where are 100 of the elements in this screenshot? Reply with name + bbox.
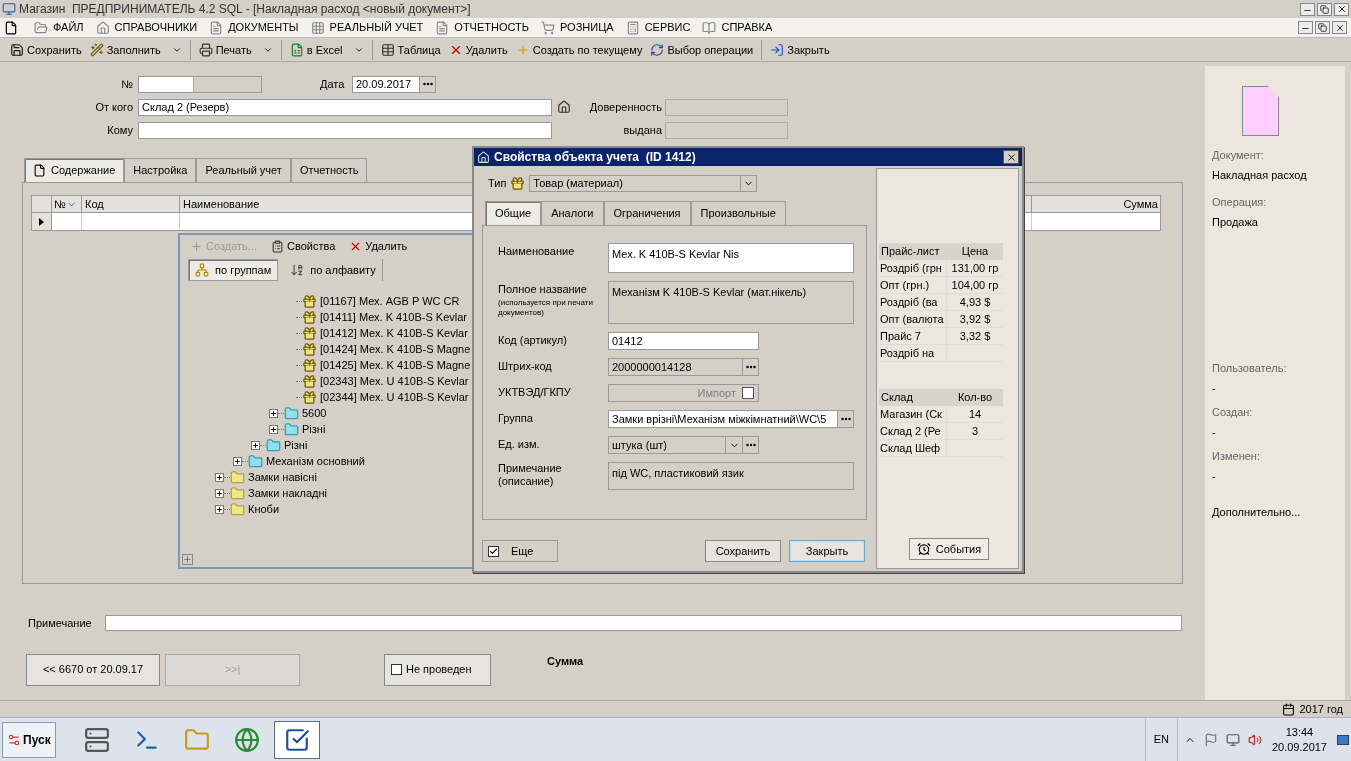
- tree-item[interactable]: [02343] Мех. U 410B-S Kevlar: [320, 372, 469, 390]
- tree-item[interactable]: [01425] Мех. K 410B-S Magne: [320, 356, 471, 374]
- picker-field[interactable]: Замки врізні\Механізм міжкімнатний\WC\5: [608, 410, 854, 428]
- toolbar-button[interactable]: в Excel: [280, 40, 368, 60]
- dialog-button[interactable]: Сохранить: [705, 540, 781, 562]
- clock-date[interactable]: 20.09.2017: [1271, 739, 1327, 755]
- unit-select[interactable]: штука (шт): [608, 436, 759, 454]
- column-header[interactable]: Сумма: [1032, 196, 1160, 212]
- expand-toggle[interactable]: [215, 504, 224, 514]
- picker-action[interactable]: Удалить: [349, 237, 408, 255]
- number-field[interactable]: [138, 75, 262, 93]
- tree-item[interactable]: Різні: [284, 436, 308, 454]
- restore-button[interactable]: [1315, 21, 1330, 34]
- note-field[interactable]: під WC, пластиковий язик: [608, 462, 854, 490]
- browse-button[interactable]: [742, 359, 758, 375]
- table-cell[interactable]: [82, 213, 180, 230]
- more-checkbox[interactable]: Еще: [482, 540, 558, 562]
- expand-toggle[interactable]: [251, 440, 260, 450]
- to-field[interactable]: [138, 121, 552, 139]
- tree-item[interactable]: [01167] Мех. AGB P WC CR: [320, 292, 460, 310]
- close-button[interactable]: [1334, 2, 1349, 16]
- toolbar-button[interactable]: Заполнить: [85, 40, 186, 60]
- toolbar-button[interactable]: Создать по текущему: [511, 40, 647, 60]
- expand-toggle[interactable]: [215, 472, 224, 482]
- tab[interactable]: Отчетность: [290, 158, 368, 182]
- flag-icon[interactable]: [1203, 732, 1218, 747]
- column-header[interactable]: №: [52, 196, 82, 212]
- menu-item[interactable]: РЕАЛЬНЫЙ УЧЕТ: [304, 18, 430, 37]
- import-checkbox[interactable]: [742, 387, 754, 399]
- tree-item[interactable]: Замки навісні: [248, 468, 317, 486]
- tab[interactable]: Общие: [485, 201, 542, 225]
- resize-grip-icon[interactable]: [183, 555, 192, 564]
- minimize-button[interactable]: [1300, 2, 1315, 16]
- issued-field[interactable]: [665, 121, 788, 139]
- tree-item[interactable]: Замки накладні: [248, 484, 327, 502]
- house-icon[interactable]: [557, 100, 571, 114]
- show-desktop-button[interactable]: [1337, 734, 1349, 745]
- posted-checkbox[interactable]: Не проведен: [384, 653, 491, 686]
- browse-button[interactable]: [837, 411, 853, 427]
- from-field[interactable]: Склад 2 (Резерв): [138, 98, 552, 116]
- tab[interactable]: Аналоги: [541, 201, 604, 225]
- tree-item[interactable]: 5600: [302, 404, 327, 422]
- menu-item[interactable]: ДОКУМЕНТЫ: [203, 18, 305, 37]
- expand-toggle[interactable]: [269, 408, 278, 418]
- browse-button[interactable]: [742, 437, 758, 453]
- tab[interactable]: Ограничения: [603, 201, 691, 225]
- menu-item[interactable]: ФАЙЛ: [28, 18, 90, 37]
- note-field[interactable]: [105, 615, 1182, 632]
- toolbar-button[interactable]: Закрыть: [761, 40, 834, 60]
- close-button[interactable]: [1003, 150, 1019, 164]
- start-button[interactable]: Пуск: [2, 721, 56, 758]
- tree-item[interactable]: Кноби: [248, 500, 280, 518]
- more-link[interactable]: Дополнительно...: [1212, 504, 1345, 521]
- tree-item[interactable]: [01424] Мех. K 410B-S Magne: [320, 340, 471, 358]
- page-icon: [209, 20, 224, 35]
- events-button[interactable]: События: [909, 538, 989, 560]
- language-indicator[interactable]: EN: [1144, 718, 1178, 761]
- taskbar-app[interactable]: [273, 720, 320, 759]
- view-toggle[interactable]: по алфавиту: [284, 259, 383, 281]
- tab[interactable]: Реальный учет: [196, 158, 291, 182]
- view-toggle[interactable]: по группам: [188, 259, 279, 281]
- menu-item[interactable]: ОТЧЕТНОСТЬ: [429, 18, 535, 37]
- minimize-button[interactable]: [1298, 21, 1313, 34]
- tree-item[interactable]: [02344] Мех. U 410B-S Kevlar: [320, 388, 469, 406]
- proxy-field[interactable]: [665, 98, 788, 116]
- full-name-field[interactable]: Механізм K 410B-S Kevlar (мат.нікель): [608, 281, 854, 324]
- menu-item[interactable]: РОЗНИЦА: [535, 18, 620, 37]
- toolbar-button[interactable]: Таблица: [371, 40, 445, 60]
- expand-toggle[interactable]: [215, 488, 224, 498]
- document-icon[interactable]: [4, 20, 18, 35]
- tree-item[interactable]: [01411] Мех. K 410B-S Kevlar: [320, 308, 468, 326]
- previous-document-button[interactable]: << 6670 от 20.09.17: [26, 653, 160, 686]
- table-cell[interactable]: [1032, 213, 1160, 230]
- menu-item[interactable]: СПРАВКА: [696, 18, 779, 37]
- dialog-button[interactable]: Закрыть: [789, 540, 865, 562]
- tree-item[interactable]: Механізм основний: [266, 452, 365, 470]
- expand-toggle[interactable]: [233, 456, 242, 466]
- type-select[interactable]: Товар (материал): [529, 175, 758, 192]
- tab[interactable]: Настройка: [124, 158, 197, 182]
- tree-item[interactable]: Різні: [302, 420, 326, 438]
- tab[interactable]: Произвольные: [690, 201, 786, 225]
- close-button[interactable]: [1332, 21, 1347, 34]
- toolbar-button[interactable]: Выбор операции: [646, 40, 758, 60]
- code-field[interactable]: 01412: [608, 332, 759, 350]
- speaker-icon[interactable]: [1247, 732, 1262, 747]
- picker-action[interactable]: Свойства: [271, 237, 336, 255]
- clock-time[interactable]: 13:44: [1285, 724, 1314, 740]
- tab[interactable]: Содержание: [24, 158, 125, 182]
- column-header[interactable]: Код: [82, 196, 180, 212]
- name-field[interactable]: Мех. K 410B-S Kevlar Nis: [608, 243, 854, 273]
- tree-item[interactable]: [01412] Мех. K 410B-S Kevlar: [320, 324, 468, 342]
- toolbar-button[interactable]: Печать: [189, 40, 277, 60]
- menu-item[interactable]: СПРАВОЧНИКИ: [89, 18, 204, 37]
- picker-field[interactable]: 2000000014128: [608, 358, 759, 376]
- table-cell[interactable]: [52, 213, 82, 230]
- expand-toggle[interactable]: [269, 424, 278, 434]
- toolbar-button[interactable]: Сохранить: [6, 40, 86, 60]
- restore-button[interactable]: [1317, 2, 1332, 16]
- toolbar-button[interactable]: Удалить: [444, 40, 512, 60]
- menu-item[interactable]: СЕРВИС: [619, 18, 697, 37]
